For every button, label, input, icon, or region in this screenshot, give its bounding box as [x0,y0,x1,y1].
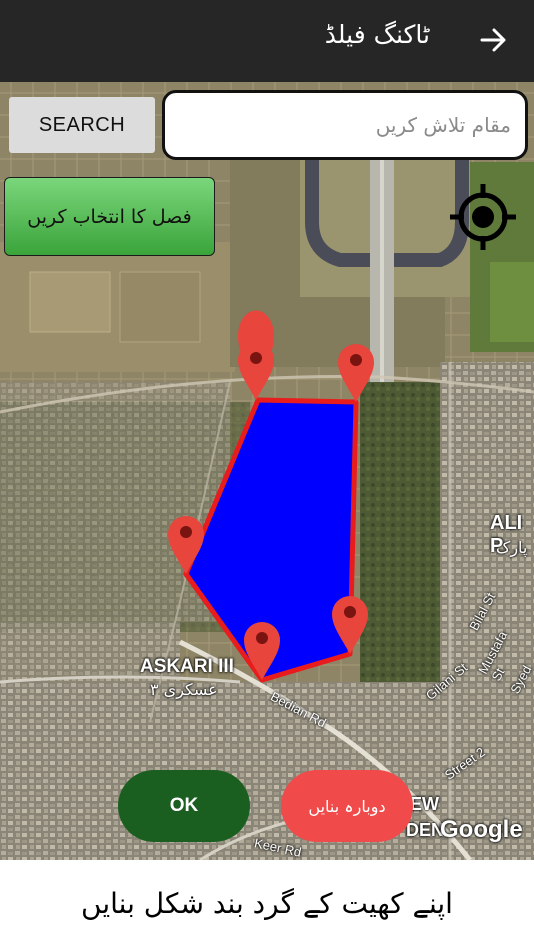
map-label-new: EW [410,794,439,814]
map-pin-icon[interactable] [244,622,280,680]
search-button[interactable]: SEARCH [9,97,155,153]
search-placeholder: مقام تلاش کریں [375,113,511,137]
redraw-button[interactable]: دوبارہ بنایں [281,770,413,842]
google-logo: Google [440,816,523,843]
arrow-right-icon[interactable] [476,22,512,58]
map-label-askari: ASKARI III [140,656,234,677]
crosshair-icon[interactable] [448,182,518,252]
search-input[interactable]: مقام تلاش کریں [162,90,528,160]
select-crop-button[interactable]: فصل کا انتخاب کریں [4,177,215,256]
map-pin-icon[interactable] [338,344,374,402]
map-view[interactable]: ASKARI III عسکری ۳ ALI P پارک Bedian Rd … [0,82,534,860]
map-label-garden: DEN [406,820,445,840]
map-label-park-urdu: پارک [496,538,528,557]
app-title: ٹاکنگ فیلڈ [324,20,430,49]
map-label-askari-urdu: عسکری ۳ [150,680,218,699]
app-bar: ٹاکنگ فیلڈ [0,0,534,82]
map-pin-icon[interactable] [238,342,274,400]
map-pin-icon[interactable] [168,516,204,574]
map-pin-icon[interactable] [332,596,368,654]
ok-button[interactable]: OK [118,770,250,842]
instruction-text: اپنے کھیت کے گرد بند شکل بنایں [0,860,534,946]
